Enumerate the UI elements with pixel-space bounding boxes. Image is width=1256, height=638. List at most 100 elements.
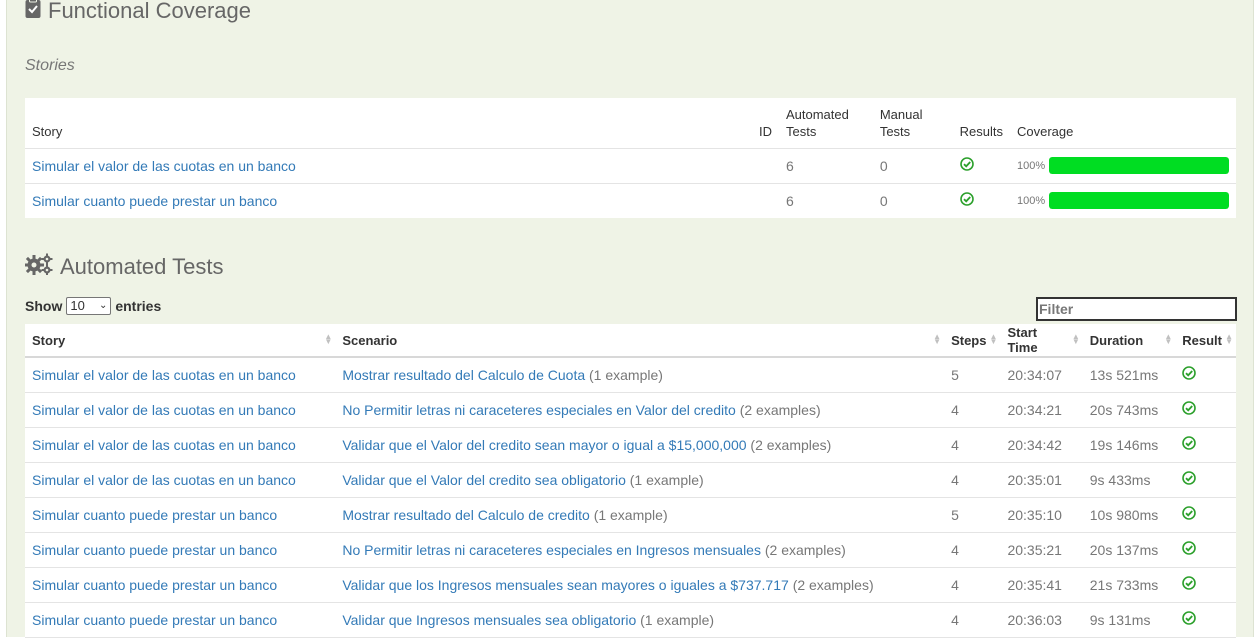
test-story-link[interactable]: Simular el valor de las cuotas en un ban…	[25, 427, 336, 463]
coverage-bar	[1049, 157, 1229, 174]
duration-cell: 9s 131ms	[1082, 602, 1176, 638]
story-link[interactable]: Simular el valor de las cuotas en un ban…	[25, 148, 747, 184]
sort-icon: ▲ ▼	[1071, 332, 1080, 346]
steps-cell: 5	[944, 497, 1001, 533]
scenario-cell: Validar que el Valor del credito sean ma…	[335, 427, 945, 463]
coverage-bar-fill	[1049, 157, 1229, 174]
test-story-link[interactable]: Simular el valor de las cuotas en un ban…	[25, 357, 336, 393]
col-story-sort[interactable]: Story ▲ ▼	[25, 324, 336, 358]
scenario-link[interactable]: No Permitir letras ni caraceteres especi…	[342, 402, 735, 418]
coverage-bar-fill	[1049, 192, 1229, 210]
col-duration-sort[interactable]: Duration ▲ ▼	[1082, 324, 1176, 358]
examples-count: (1 example)	[640, 611, 715, 628]
col-results: Results	[952, 98, 1010, 149]
story-link[interactable]: Simular cuanto puede prestar un banco	[25, 183, 746, 218]
check-circle-icon	[1182, 436, 1197, 450]
coverage-indicator: 100%	[1017, 192, 1229, 210]
col-start-time-sort[interactable]: Start Time ▲ ▼	[1000, 324, 1083, 358]
sort-icon: ▲ ▼	[989, 332, 998, 346]
start-time-cell: 20:35:01	[1000, 462, 1083, 498]
col-coverage: Coverage	[1010, 98, 1236, 149]
scenario-cell: Validar que los Ingresos mensuales sean …	[335, 567, 945, 603]
scenario-link[interactable]: Validar que el Valor del credito sean ma…	[342, 437, 746, 453]
manual-count: 0	[872, 148, 953, 184]
clipboard-check-icon	[25, 0, 41, 25]
duration-cell: 9s 433ms	[1082, 462, 1176, 498]
steps-cell: 4	[944, 532, 1001, 568]
scenario-cell: Validar que Ingresos mensuales sea oblig…	[335, 602, 945, 638]
duration-cell: 20s 743ms	[1082, 392, 1176, 428]
table-row: Simular el valor de las cuotas en un ban…	[25, 392, 1236, 428]
manual-count: 0	[879, 192, 888, 209]
start-time-cell: 20:34:42	[1000, 427, 1083, 463]
start-time-cell: 20:34:21	[1000, 392, 1083, 428]
automated-tests-title: Automated Tests	[60, 254, 224, 279]
entries-select[interactable]: 10 ⌄	[66, 297, 112, 315]
steps-cell: 4	[944, 392, 1001, 428]
coverage-indicator: 100%	[1017, 157, 1229, 174]
check-circle-icon	[1182, 366, 1197, 381]
entries-label: entries	[115, 298, 162, 314]
duration-cell: 19s 146ms	[1082, 427, 1176, 463]
examples-count: (1 example)	[593, 506, 668, 523]
scenario-link[interactable]: No Permitir letras ni caraceteres especi…	[342, 542, 761, 558]
test-story-link[interactable]: Simular cuanto puede prestar un banco	[25, 532, 336, 568]
scenario-cell: Mostrar resultado del Calculo de Cuota (…	[335, 357, 945, 393]
functional-coverage-heading: Functional Coverage	[25, 0, 251, 25]
duration-cell: 20s 137ms	[1082, 532, 1176, 568]
col-story: Story	[25, 98, 747, 149]
col-result-sort[interactable]: Result ▲ ▼	[1175, 324, 1236, 358]
gears-icon	[24, 253, 53, 281]
check-circle-icon	[959, 192, 974, 207]
examples-count: (1 example)	[629, 471, 704, 488]
scenario-link[interactable]: Mostrar resultado del Calculo de credito	[342, 507, 589, 523]
entries-select-value: 10	[70, 298, 85, 313]
automated-tests-heading: Automated Tests	[24, 253, 224, 281]
table-row: Simular el valor de las cuotas en un ban…	[25, 427, 1236, 463]
steps-cell: 4	[944, 462, 1001, 498]
test-story-link[interactable]: Simular cuanto puede prestar un banco	[25, 602, 336, 638]
test-story-link[interactable]: Simular el valor de las cuotas en un ban…	[25, 392, 336, 428]
scenario-cell: Validar que el Valor del credito sea obl…	[335, 462, 945, 498]
automated-tests-table: Story ▲ ▼ Scenario ▲ ▼ Steps ▲ ▼ Start Time ▲ ▼ …	[25, 324, 1236, 638]
scenario-link[interactable]: Validar que Ingresos mensuales sea oblig…	[342, 612, 636, 628]
tests-header-row: Story ▲ ▼ Scenario ▲ ▼ Steps ▲ ▼ Start Time ▲ ▼ …	[25, 324, 1236, 358]
filter-input[interactable]: Filter	[1036, 297, 1237, 321]
table-row: Simular cuanto puede prestar un banco Mos…	[25, 497, 1236, 533]
check-circle-icon	[1182, 471, 1197, 485]
scenario-link[interactable]: Validar que los Ingresos mensuales sean …	[342, 577, 788, 593]
col-automated-tests: Automated Tests	[778, 98, 873, 149]
scenario-link[interactable]: Validar que el Valor del credito sea obl…	[342, 472, 626, 488]
steps-cell: 4	[944, 567, 1001, 603]
start-time-cell: 20:36:03	[1000, 602, 1083, 638]
scenario-link[interactable]: Mostrar resultado del Calculo de Cuota	[342, 367, 585, 383]
scenario-cell: No Permitir letras ni caraceteres especi…	[335, 392, 945, 428]
steps-cell: 5	[944, 357, 1001, 393]
test-story-link[interactable]: Simular cuanto puede prestar un banco	[25, 497, 336, 533]
check-circle-icon	[1182, 541, 1197, 555]
test-story-link[interactable]: Simular cuanto puede prestar un banco	[25, 567, 336, 603]
sort-icon: ▲ ▼	[933, 332, 942, 346]
table-row: Simular cuanto puede prestar un banco No …	[25, 532, 1236, 568]
story-row: Simular el valor de las cuotas en un ban…	[25, 148, 1236, 184]
start-time-cell: 20:35:41	[1000, 567, 1083, 603]
table-row: Simular cuanto puede prestar un banco Val…	[25, 567, 1236, 603]
test-story-link[interactable]: Simular el valor de las cuotas en un ban…	[25, 462, 336, 498]
examples-count: (2 examples)	[792, 576, 874, 593]
scenario-cell: Mostrar resultado del Calculo de credito…	[335, 497, 945, 533]
col-scenario-sort[interactable]: Scenario ▲ ▼	[335, 324, 945, 358]
coverage-percent: 100%	[1017, 194, 1046, 207]
table-row: Simular el valor de las cuotas en un ban…	[25, 357, 1236, 393]
story-id	[746, 183, 779, 218]
col-steps-sort[interactable]: Steps ▲ ▼	[944, 324, 1001, 358]
entries-length-control: Show 10 ⌄ entries	[25, 297, 161, 315]
check-circle-icon	[1182, 576, 1197, 590]
check-circle-icon	[959, 157, 974, 171]
duration-cell: 10s 980ms	[1082, 497, 1176, 533]
stories-header-row: Story ID Automated Tests Manual Tests Resu…	[25, 98, 1236, 149]
start-time-cell: 20:35:21	[1000, 532, 1083, 568]
start-time-cell: 20:35:10	[1000, 497, 1083, 533]
stories-subtitle: Stories	[25, 57, 75, 74]
table-row: Simular el valor de las cuotas en un ban…	[25, 462, 1236, 498]
automated-count: 6	[785, 192, 794, 209]
